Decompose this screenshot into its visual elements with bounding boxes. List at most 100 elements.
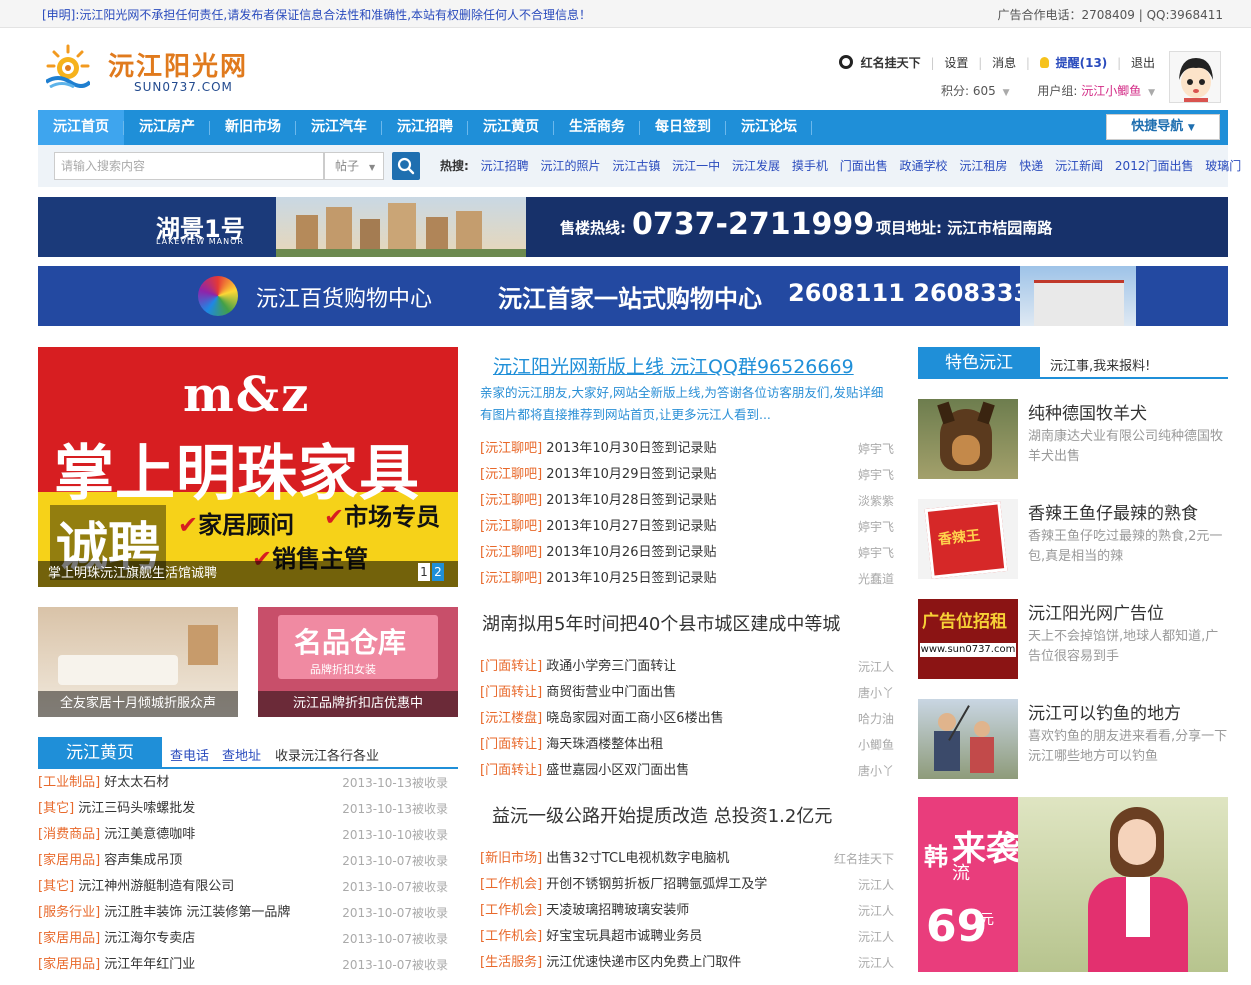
phone-lookup-link[interactable]: 查电话 (170, 745, 209, 764)
fashion-ad[interactable]: 韩 来袭 流 69 元 (918, 797, 1228, 972)
logo-domain: SUN0737.COM (134, 80, 233, 94)
messages-link[interactable]: 消息 (992, 56, 1016, 70)
list-item[interactable]: [其它] 沅江三码头嗦螺批发 2013-10-13被收录 (38, 796, 448, 822)
quick-nav-button[interactable]: 快捷导航 ▼ (1106, 114, 1220, 140)
bulb-icon (1039, 57, 1049, 68)
hot-search-link[interactable]: 沅江租房 (959, 159, 1007, 173)
nav-item-car[interactable]: 沅江汽车 (296, 110, 382, 145)
list-item[interactable]: [其它] 沅江神州游艇制造有限公司 2013-10-07被收录 (38, 874, 448, 900)
headline-link[interactable]: 沅江阳光网新版上线 沅江QQ群96526669 (493, 352, 854, 379)
shop-list: [门面转让] 政通小学旁三门面转让 沅江人 [门面转让] 商贸街营业中门面出售 唐小… (480, 654, 894, 784)
list-item[interactable]: [工作机会] 好宝宝玩具超市诚聘业务员 沅江人 (480, 924, 894, 950)
list-item[interactable]: [沅江聊吧] 2013年10月30日签到记录贴 婷宇飞 (480, 436, 894, 462)
ad-space-url: www.sun0737.com (920, 643, 1016, 657)
search-type-select[interactable]: 帖子 ▼ (324, 152, 384, 180)
username-link[interactable]: 红名挂天下 (861, 56, 921, 70)
ad-price: 69 (926, 901, 988, 952)
slideshow-caption[interactable]: 掌上明珠沅江旗舰生活馆诚聘 (38, 561, 458, 587)
hot-search-link[interactable]: 沅江的照片 (540, 159, 600, 173)
group-value[interactable]: 沅江小鲫鱼 (1081, 84, 1141, 98)
list-item[interactable]: [沅江聊吧] 2013年10月29日签到记录贴 婷宇飞 (480, 462, 894, 488)
hot-search-link[interactable]: 门面出售 (840, 159, 888, 173)
list-item[interactable]: [门面转让] 盛世嘉园小区双门面出售 唐小丫 (480, 758, 894, 784)
avatar[interactable] (1169, 51, 1221, 103)
list-item[interactable]: [沅江聊吧] 2013年10月28日签到记录贴 淡紫紫 (480, 488, 894, 514)
hot-search-link[interactable]: 沅江古镇 (612, 159, 660, 173)
list-item[interactable]: [生活服务] 沅江优速快递市区内免费上门取件 沅江人 (480, 950, 894, 976)
hot-search-label: 热搜: (440, 159, 469, 173)
mall-banner[interactable]: 沅江百货购物中心 沅江首家一站式购物中心 2608111 2608333 (38, 266, 1228, 326)
pager-2[interactable]: 2 (432, 563, 444, 581)
list-item[interactable]: [消费商品] 沅江美意德咖啡 2013-10-10被收录 (38, 822, 448, 848)
list-item[interactable]: [沅江聊吧] 2013年10月25日签到记录贴 光蠢道 (480, 566, 894, 592)
mall-building-image (1020, 266, 1136, 326)
address-lookup-link[interactable]: 查地址 (222, 745, 261, 764)
ad-space-image: 广告位招租 www.sun0737.com (918, 599, 1018, 679)
search-icon (397, 157, 415, 175)
nav-item-life[interactable]: 生活商务 (554, 110, 640, 145)
list-item[interactable]: [沅江聊吧] 2013年10月27日签到记录贴 婷宇飞 (480, 514, 894, 540)
nav-item-home[interactable]: 沅江首页 (38, 110, 124, 145)
hot-search-link[interactable]: 摸手机 (792, 159, 828, 173)
settings-link[interactable]: 设置 (944, 56, 968, 70)
list-item[interactable]: [服务行业] 沅江胜丰装饰 沅江装修第一品牌 2013-10-07被收录 (38, 900, 448, 926)
list-item[interactable]: [家居用品] 沅江年年红门业 2013-10-07被收录 (38, 952, 448, 978)
snack-image: 香辣王 (918, 499, 1018, 579)
search-bar: 请输入搜索内容 帖子 ▼ 热搜: 沅江招聘 沅江的照片 沅江古镇 沅江一中 沅江发… (38, 145, 1241, 187)
pager-1[interactable]: 1 (418, 563, 430, 581)
featured-item[interactable]: 香辣王 香辣王鱼仔最辣的熟食 香辣王鱼仔吃过最辣的熟食,2元一包,真是相当的辣 (918, 499, 1228, 591)
list-item[interactable]: [门面转让] 政通小学旁三门面转让 沅江人 (480, 654, 894, 680)
furniture-thumb[interactable]: 全友家居十月倾城折服众声 (38, 607, 238, 717)
nav-item-forum[interactable]: 沅江论坛 (726, 110, 812, 145)
thumb-caption: 全友家居十月倾城折服众声 (38, 691, 238, 717)
yellowpage-title[interactable]: 沅江黄页 (38, 737, 162, 769)
search-button[interactable] (392, 152, 420, 180)
featured-item[interactable]: 纯种德国牧羊犬 湖南康达犬业有限公司纯种德国牧羊犬出售 (918, 399, 1228, 491)
list-item[interactable]: [沅江聊吧] 2013年10月26日签到记录贴 婷宇飞 (480, 540, 894, 566)
project-address: 项目地址: 沅江市桔园南路 (876, 219, 1053, 237)
featured-item[interactable]: 沅江可以钓鱼的地方 喜欢钓鱼的朋友进来看看,分享一下沅江哪些地方可以钓鱼 (918, 699, 1228, 791)
thumb-caption: 沅江品牌折扣店优惠中 (258, 691, 458, 717)
remind-link[interactable]: 提醒(13) (1056, 56, 1108, 70)
featured-item[interactable]: 广告位招租 www.sun0737.com 沅江阳光网广告位 天上不会掉馅饼,地… (918, 599, 1228, 691)
hot-search-link[interactable]: 沅江新闻 (1055, 159, 1103, 173)
list-item[interactable]: [工作机会] 开创不锈钢剪折板厂招聘氩弧焊工及学 沅江人 (480, 872, 894, 898)
nav-item-jobs[interactable]: 沅江招聘 (382, 110, 468, 145)
site-logo[interactable]: 沅江阳光网 SUN0737.COM (40, 40, 250, 100)
nav-item-house[interactable]: 沅江房产 (124, 110, 210, 145)
list-item[interactable]: [门面转让] 海天珠酒楼整体出租 小鲫鱼 (480, 732, 894, 758)
discount-store-thumb[interactable]: 名品仓库 品牌折扣女装 沅江品牌折扣店优惠中 (258, 607, 458, 717)
real-estate-banner[interactable]: 湖景1号 LAKEVIEW MANOR 售楼热线: 0737-2711999 项… (38, 197, 1228, 257)
list-item[interactable]: [新旧市场] 出售32寸TCL电视机数字电脑机 红名挂天下 (480, 846, 894, 872)
featured-title[interactable]: 特色沅江 (918, 347, 1040, 379)
list-item[interactable]: [家居用品] 沅江海尔专卖店 2013-10-07被收录 (38, 926, 448, 952)
hot-search-link[interactable]: 沅江招聘 (481, 159, 529, 173)
list-item[interactable]: [门面转让] 商贸街营业中门面出售 唐小丫 (480, 680, 894, 706)
list-item[interactable]: [沅江楼盘] 晓岛家园对面工商小区6楼出售 哈力油 (480, 706, 894, 732)
nav-item-checkin[interactable]: 每日签到 (640, 110, 726, 145)
dog-image (918, 399, 1018, 479)
headline-link[interactable]: 湖南拟用5年时间把40个县市城区建成中等城 (482, 610, 840, 636)
hot-search-link[interactable]: 快递 (1019, 159, 1043, 173)
hot-search-link[interactable]: 2012门面出售 (1115, 159, 1194, 173)
hotline-label: 售楼热线: (560, 219, 626, 237)
hot-search-link[interactable]: 沅江发展 (732, 159, 780, 173)
list-item[interactable]: [工业制品] 好太太石材 2013-10-13被收录 (38, 770, 448, 796)
featured-item-title: 沅江阳光网广告位 (1028, 604, 1164, 624)
list-item[interactable]: [家居用品] 容声集成吊顶 2013-10-07被收录 (38, 848, 448, 874)
hot-search-link[interactable]: 玻璃门 (1205, 159, 1241, 173)
hot-search-link[interactable]: 政通学校 (900, 159, 948, 173)
featured-tagline[interactable]: 沅江事,我来报料! (1050, 355, 1150, 374)
ad-price-unit: 元 (980, 912, 994, 928)
list-item[interactable]: [工作机会] 天凌玻璃招聘玻璃安装师 沅江人 (480, 898, 894, 924)
search-input[interactable]: 请输入搜索内容 (54, 152, 324, 180)
headline-link[interactable]: 益沅一级公路开始提质改造 总投资1.2亿元 (492, 802, 832, 828)
points-text[interactable]: 积分: 605 (941, 84, 996, 98)
sofa-image (58, 655, 178, 685)
featured-item-title: 纯种德国牧羊犬 (1028, 404, 1147, 424)
nav-item-market[interactable]: 新旧市场 (210, 110, 296, 145)
nav-item-yellowpage[interactable]: 沅江黄页 (468, 110, 554, 145)
hot-search-link[interactable]: 沅江一中 (672, 159, 720, 173)
logout-link[interactable]: 退出 (1131, 56, 1155, 70)
furniture-recruit-slideshow[interactable]: m&z 掌上明珠家具 诚聘 ✔家居顾问 ✔市场专员 ✔销售主管 掌上明珠沅江旗舰… (38, 347, 458, 587)
